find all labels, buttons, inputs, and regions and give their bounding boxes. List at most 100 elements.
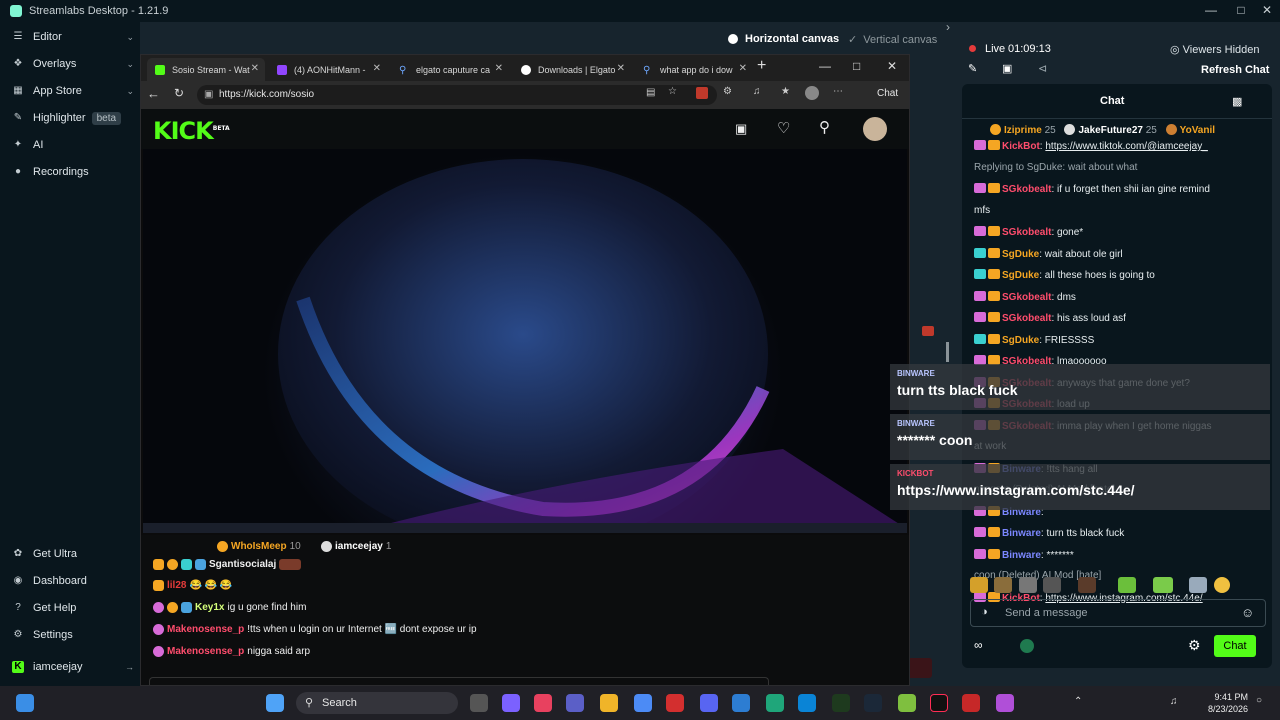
search-icon[interactable]: ⚲ bbox=[819, 118, 830, 136]
chat-text[interactable]: https://www.tiktok.com/@iamceejay_ bbox=[1045, 141, 1207, 152]
browser-tab[interactable]: ⚲ what app do i dow ✕ bbox=[635, 58, 753, 81]
sidebar-item-dashboard[interactable]: ◉ Dashboard bbox=[12, 571, 138, 591]
teams-icon[interactable] bbox=[566, 694, 584, 712]
emote-icon[interactable] bbox=[1043, 577, 1062, 593]
emote-icon[interactable] bbox=[1213, 577, 1230, 593]
chat-username[interactable]: lil28 bbox=[167, 580, 186, 591]
tab-close-icon[interactable]: ✕ bbox=[739, 63, 747, 74]
chat-username[interactable]: SGkobealt bbox=[1002, 292, 1051, 303]
chat-username[interactable]: Binware bbox=[1002, 528, 1041, 539]
chat-username[interactable]: Makenosense_p bbox=[167, 646, 244, 657]
app-l-icon[interactable] bbox=[666, 694, 684, 712]
tiktok-icon[interactable] bbox=[930, 694, 948, 712]
clock-date[interactable]: 8/23/2026 bbox=[1204, 704, 1248, 714]
taskbar-search[interactable]: ⚲ Search bbox=[296, 692, 458, 714]
emote-icon[interactable] bbox=[1118, 577, 1137, 593]
sidebar-item-overlays[interactable]: ❖ Overlays ⌄ bbox=[12, 54, 138, 74]
vertical-canvas-toggle[interactable]: ✓ Vertical canvas bbox=[848, 33, 937, 47]
extensions-icon[interactable]: ⚙ bbox=[723, 86, 732, 97]
browser-tab[interactable]: Sosio Stream - Wat ✕ bbox=[147, 58, 265, 81]
app-icon[interactable] bbox=[996, 694, 1014, 712]
share-icon[interactable]: ⊲ bbox=[1038, 62, 1047, 75]
refresh-icon[interactable]: ↻ bbox=[174, 86, 184, 100]
emote-icon[interactable] bbox=[994, 577, 1013, 593]
heart-icon[interactable]: ♡ bbox=[777, 119, 790, 137]
chat-username[interactable]: Sgantisocialaj bbox=[209, 559, 276, 570]
maximize-icon[interactable]: □ bbox=[853, 59, 860, 73]
chat-username[interactable]: SGkobealt bbox=[1002, 184, 1051, 195]
tab-close-icon[interactable]: ✕ bbox=[495, 63, 503, 74]
mute-icon[interactable] bbox=[922, 326, 934, 336]
discord-icon[interactable] bbox=[700, 694, 718, 712]
message-input[interactable]: ◑ Send a message ☺ bbox=[970, 599, 1266, 627]
emote-icon[interactable] bbox=[1189, 577, 1208, 593]
app-icon[interactable] bbox=[962, 694, 980, 712]
close-icon[interactable]: ✕ bbox=[887, 59, 897, 73]
chat-username[interactable]: Binware bbox=[1002, 550, 1041, 561]
volume-icon[interactable]: ♫ bbox=[1170, 696, 1178, 707]
chat-username[interactable]: SGkobealt bbox=[1002, 313, 1051, 324]
edit-icon[interactable]: ✎ bbox=[968, 62, 977, 75]
sidebar-item-ai[interactable]: ✦ AI bbox=[12, 135, 138, 155]
steam-icon[interactable] bbox=[864, 694, 882, 712]
task-view-icon[interactable] bbox=[470, 694, 488, 712]
settings-icon[interactable]: ⚙ bbox=[1188, 637, 1201, 654]
send-chat-button[interactable]: Chat bbox=[1214, 635, 1256, 657]
store-icon[interactable] bbox=[634, 694, 652, 712]
kick-icon[interactable] bbox=[1020, 639, 1034, 653]
sidebar-item-editor[interactable]: ☰ Editor ⌄ bbox=[12, 27, 138, 47]
favorites-icon[interactable]: ★ bbox=[781, 86, 790, 97]
emote-icon[interactable] bbox=[1077, 577, 1096, 593]
chat-username[interactable]: KickBot bbox=[1002, 141, 1040, 152]
emote-icon[interactable] bbox=[970, 577, 988, 593]
url-field[interactable]: ▣ https://kick.com/sosio bbox=[197, 85, 717, 105]
tray-chevron-icon[interactable]: ⌃ bbox=[1074, 696, 1082, 707]
avatar[interactable] bbox=[863, 117, 887, 141]
windows-start-icon[interactable] bbox=[16, 694, 34, 712]
start-icon[interactable] bbox=[266, 694, 284, 712]
viewers-toggle[interactable]: ◎ Viewers Hidden bbox=[1170, 43, 1260, 56]
chat-username[interactable]: SgDuke bbox=[1002, 335, 1039, 346]
video-player[interactable] bbox=[143, 149, 907, 529]
folder-icon[interactable]: ▣ bbox=[1002, 62, 1012, 75]
app-icon[interactable] bbox=[766, 694, 784, 712]
emote-icon[interactable] bbox=[1152, 577, 1173, 593]
copilot-button[interactable]: Chat bbox=[859, 88, 898, 99]
notification-icon[interactable]: ○ bbox=[1256, 695, 1262, 706]
volume-slider[interactable] bbox=[946, 342, 949, 362]
logout-icon[interactable]: → bbox=[125, 662, 134, 672]
chat-username[interactable]: SgDuke bbox=[1002, 249, 1039, 260]
refresh-chat-button[interactable]: Refresh Chat bbox=[1201, 64, 1269, 76]
extension-icon[interactable] bbox=[696, 87, 708, 99]
media-icon[interactable]: ♫ bbox=[753, 86, 761, 97]
star-icon[interactable]: ☆ bbox=[668, 86, 677, 97]
sidebar-item-app-store[interactable]: ▦ App Store ⌄ bbox=[12, 81, 138, 101]
sidebar-item-settings[interactable]: ⚙ Settings bbox=[12, 625, 138, 645]
more-icon[interactable]: ⋯ bbox=[833, 86, 843, 97]
browser-tab[interactable]: Downloads | Elgato ✕ bbox=[513, 58, 631, 81]
users-icon[interactable]: ▩ bbox=[1232, 95, 1242, 108]
chat-username[interactable]: SgDuke bbox=[1002, 270, 1039, 281]
app-icon[interactable] bbox=[832, 694, 850, 712]
minimize-icon[interactable]: — bbox=[819, 59, 831, 73]
new-tab-icon[interactable]: + bbox=[757, 57, 766, 75]
chat-username[interactable]: Makenosense_p bbox=[167, 624, 244, 635]
kick-logo[interactable]: KICKBETA bbox=[153, 117, 230, 145]
tab-close-icon[interactable]: ✕ bbox=[251, 63, 259, 74]
horizontal-canvas-toggle[interactable]: Horizontal canvas bbox=[728, 33, 839, 45]
back-icon[interactable]: ← bbox=[147, 86, 160, 101]
browser-tab[interactable]: (4) AONHitMann - ✕ bbox=[269, 58, 387, 81]
file-explorer-icon[interactable] bbox=[600, 694, 618, 712]
emoji-icon[interactable]: ☺ bbox=[1241, 605, 1254, 620]
minimize-icon[interactable]: — bbox=[1196, 0, 1226, 22]
chat-input[interactable] bbox=[149, 677, 769, 685]
tab-close-icon[interactable]: ✕ bbox=[373, 63, 381, 74]
chat-username[interactable]: Key1x bbox=[195, 602, 224, 613]
points-icon[interactable]: ∞ bbox=[974, 638, 983, 652]
reader-icon[interactable]: ▤ bbox=[646, 87, 655, 98]
sidebar-item-get-ultra[interactable]: ✿ Get Ultra bbox=[12, 544, 138, 564]
browser-tab[interactable]: ⚲ elgato caputure ca ✕ bbox=[391, 58, 509, 81]
edge-icon[interactable] bbox=[798, 694, 816, 712]
sidebar-item-recordings[interactable]: ● Recordings bbox=[12, 162, 138, 182]
profile-avatar[interactable] bbox=[805, 86, 819, 100]
